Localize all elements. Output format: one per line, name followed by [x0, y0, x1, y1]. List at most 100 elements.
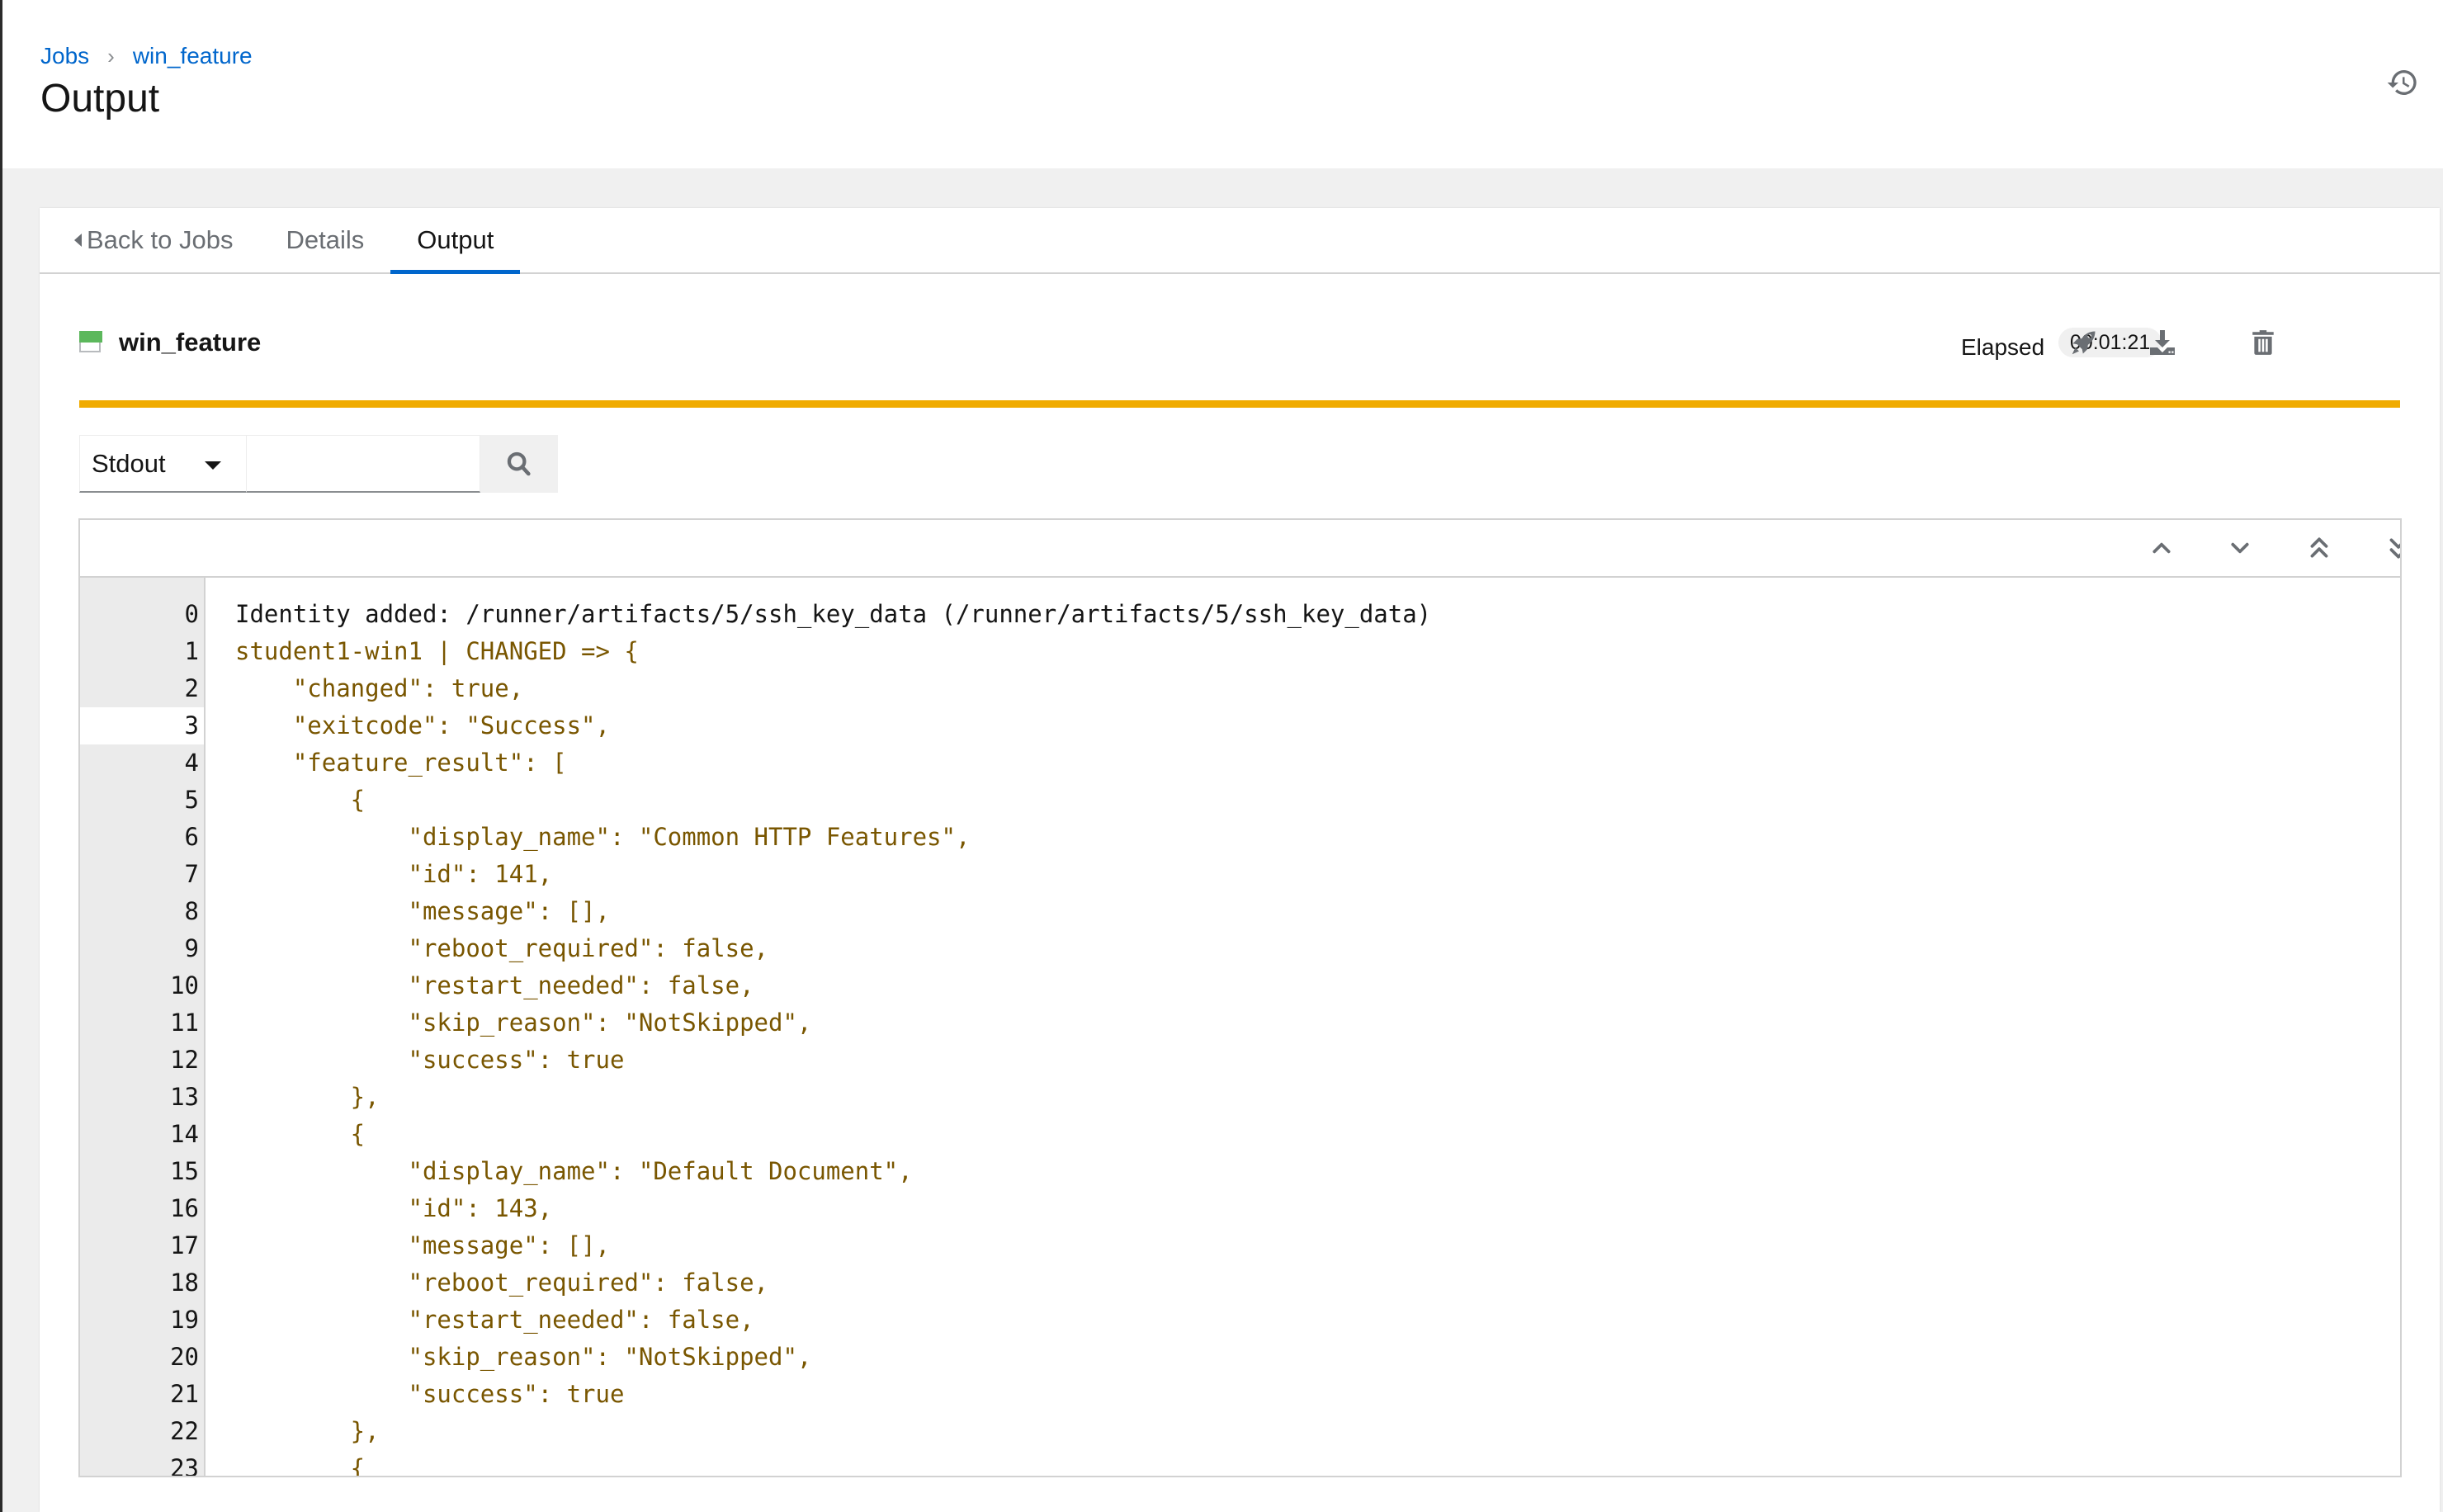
tab-label: Back to Jobs [87, 225, 234, 254]
line-number: 12 [170, 1046, 199, 1074]
line-number: 21 [170, 1380, 199, 1408]
line-text: "exitcode": "Success", [235, 711, 610, 739]
line-number: 6 [184, 823, 199, 851]
line-text: student1-win1 | CHANGED => { [235, 637, 639, 665]
output-line: 13 }, [80, 1079, 2400, 1116]
output-line: 16 "id": 143, [80, 1190, 2400, 1227]
output-line: 9 "reboot_required": false, [80, 930, 2400, 967]
line-text: "skip_reason": "NotSkipped", [235, 1343, 812, 1371]
line-text: "message": [], [235, 897, 610, 925]
trash-icon [2252, 330, 2274, 355]
output-line: 19 "restart_needed": false, [80, 1302, 2400, 1339]
line-text: "display_name": "Default Document", [235, 1157, 913, 1185]
breadcrumb-job-link[interactable]: win_feature [133, 43, 253, 69]
line-text: "success": true [235, 1046, 625, 1074]
tab-bar: Back to Jobs Details Output [40, 208, 2440, 274]
tab-output[interactable]: Output [390, 208, 521, 274]
line-text: "restart_needed": false, [235, 971, 754, 999]
output-line: 7 "id": 141, [80, 856, 2400, 893]
job-progress-bar [79, 400, 2400, 408]
output-line: 4 "feature_result": [ [80, 744, 2400, 782]
line-number: 22 [170, 1417, 199, 1445]
download-output-button[interactable] [2144, 324, 2181, 361]
line-text: "reboot_required": false, [235, 934, 769, 962]
search-icon [507, 451, 531, 476]
relaunch-job-button[interactable] [2066, 324, 2102, 361]
line-number: 15 [170, 1157, 199, 1185]
line-text: "feature_result": [ [235, 749, 567, 777]
line-text: "reboot_required": false, [235, 1269, 769, 1297]
output-search: Stdout [79, 435, 558, 493]
output-line: 8 "message": [], [80, 893, 2400, 930]
job-output-card: Back to Jobs Details Output win_feature … [40, 208, 2440, 1512]
line-text: { [235, 1454, 366, 1477]
output-line: 14 { [80, 1116, 2400, 1153]
line-number: 17 [170, 1231, 199, 1259]
output-line: 15 "display_name": "Default Document", [80, 1153, 2400, 1190]
output-line: 6 "display_name": "Common HTTP Features"… [80, 819, 2400, 856]
output-line: 3 "exitcode": "Success", [80, 707, 2400, 744]
line-number: 20 [170, 1343, 199, 1371]
line-number: 5 [184, 786, 199, 814]
elapsed-label: Elapsed [1961, 334, 2045, 360]
angle-double-down-icon [2389, 538, 2400, 559]
line-text: "message": [], [235, 1231, 610, 1259]
line-text: "restart_needed": false, [235, 1306, 754, 1334]
tab-label: Details [286, 225, 365, 254]
breadcrumb-separator-icon: › [107, 43, 115, 69]
scroll-first-button[interactable] [2303, 532, 2336, 565]
line-text: "changed": true, [235, 674, 524, 702]
angle-up-icon [2152, 542, 2171, 554]
caret-down-icon [205, 461, 221, 470]
line-text: { [235, 1120, 366, 1148]
delete-job-button[interactable] [2245, 324, 2281, 361]
window-edge [0, 0, 2, 1512]
search-button[interactable] [480, 435, 558, 493]
line-number: 0 [184, 600, 199, 628]
tab-details[interactable]: Details [259, 208, 390, 272]
caret-left-icon [74, 234, 82, 247]
output-line: 0 Identity added: /runner/artifacts/5/ssh… [80, 596, 2400, 633]
tab-back-to-jobs[interactable]: Back to Jobs [40, 208, 259, 272]
line-text: "skip_reason": "NotSkipped", [235, 1009, 812, 1037]
line-number: 19 [170, 1306, 199, 1334]
line-text: "id": 141, [235, 860, 553, 888]
line-text: "display_name": "Common HTTP Features", [235, 823, 971, 851]
scroll-previous-button[interactable] [2145, 532, 2178, 565]
line-number: 4 [184, 749, 199, 777]
output-line: 2 "changed": true, [80, 670, 2400, 707]
line-number: 16 [170, 1194, 199, 1222]
output-line: 23 { [80, 1450, 2400, 1477]
output-line: 21 "success": true [80, 1376, 2400, 1413]
breadcrumb: Jobs › win_feature [40, 43, 253, 69]
history-icon [2387, 70, 2417, 95]
job-output-panel[interactable]: 0 Identity added: /runner/artifacts/5/ssh… [78, 518, 2402, 1477]
scroll-next-button[interactable] [2223, 532, 2256, 565]
output-line: 11 "skip_reason": "NotSkipped", [80, 1004, 2400, 1042]
scroll-last-button[interactable] [2382, 532, 2400, 565]
output-line: 18 "reboot_required": false, [80, 1264, 2400, 1302]
line-number: 2 [184, 674, 199, 702]
output-line: 1 student1-win1 | CHANGED => { [80, 633, 2400, 670]
job-status-success-icon [79, 331, 102, 352]
page-header: Jobs › win_feature Output [2, 0, 2443, 168]
line-number: 18 [170, 1269, 199, 1297]
line-number: 7 [184, 860, 199, 888]
job-name: win_feature [119, 328, 262, 357]
tab-label: Output [417, 225, 494, 254]
line-text: { [235, 786, 366, 814]
output-line: 20 "skip_reason": "NotSkipped", [80, 1339, 2400, 1376]
line-text: }, [235, 1417, 380, 1445]
output-line: 17 "message": [], [80, 1227, 2400, 1264]
angle-double-up-icon [2310, 537, 2328, 558]
output-lines: 0 Identity added: /runner/artifacts/5/ssh… [80, 596, 2400, 1477]
output-line: 10 "restart_needed": false, [80, 967, 2400, 1004]
line-number: 10 [170, 971, 199, 999]
breadcrumb-jobs-link[interactable]: Jobs [40, 43, 89, 69]
download-icon [2150, 330, 2175, 355]
search-input[interactable] [247, 435, 480, 493]
line-number: 8 [184, 897, 199, 925]
line-number: 23 [170, 1454, 199, 1477]
search-type-select[interactable]: Stdout [79, 435, 247, 493]
activity-stream-button[interactable] [2386, 66, 2419, 99]
